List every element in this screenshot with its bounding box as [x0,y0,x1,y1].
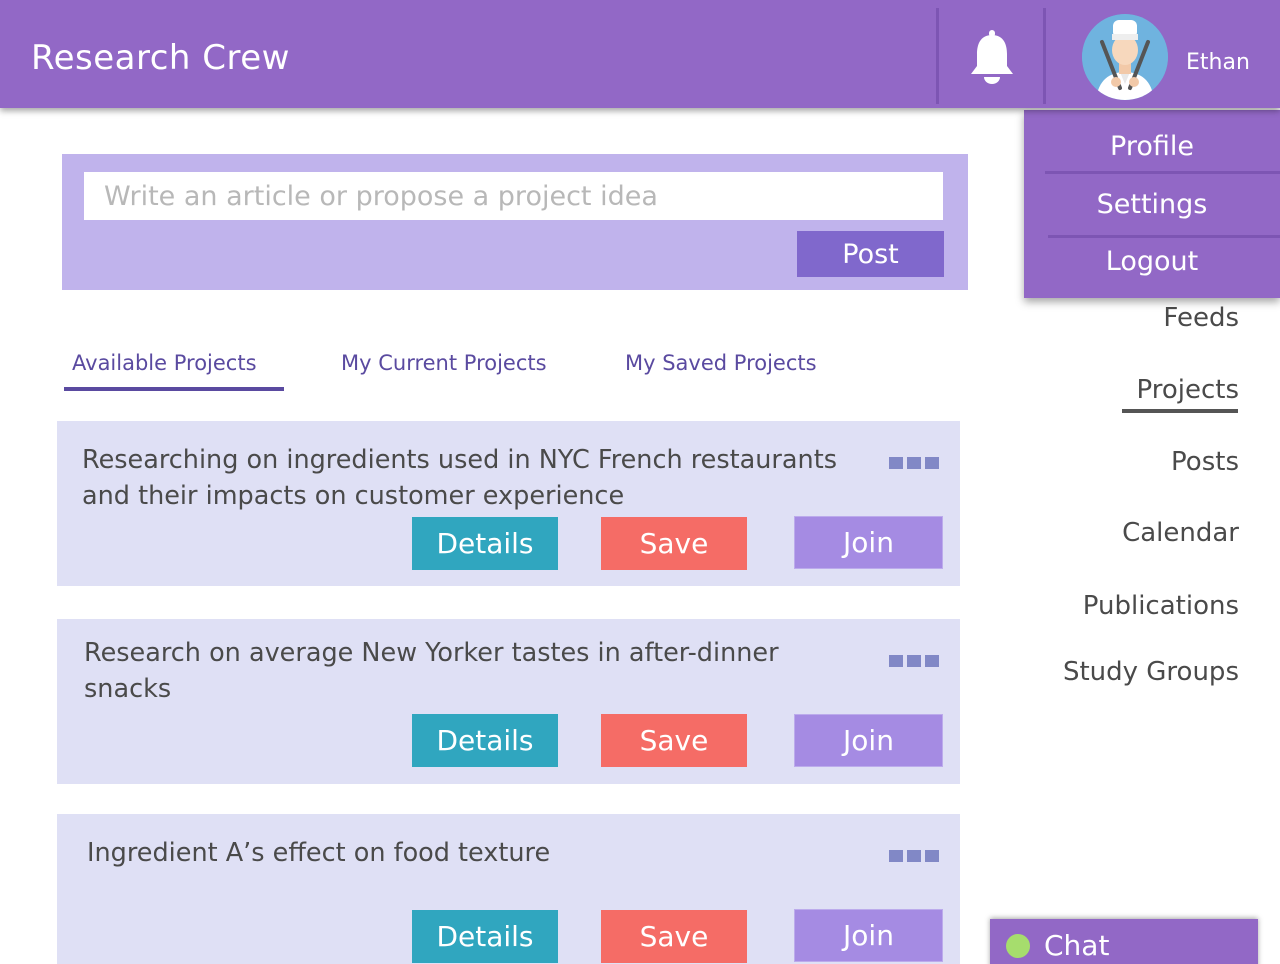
menu-divider [1048,235,1280,238]
tab-available-projects[interactable]: Available Projects [72,351,257,375]
menu-item-settings[interactable]: Settings [1024,189,1280,220]
more-options-icon[interactable] [889,457,939,469]
project-card: Research on average New Yorker tastes in… [57,619,960,784]
chat-widget[interactable]: Chat [990,919,1258,964]
details-button[interactable]: Details [412,910,558,963]
tab-my-current-projects[interactable]: My Current Projects [341,351,547,375]
details-button[interactable]: Details [412,714,558,767]
app-title[interactable]: Research Crew [31,38,290,78]
project-card: Ingredient A’s effect on food texture De… [57,814,960,964]
post-composer: Post [62,154,968,290]
project-card: Researching on ingredients used in NYC F… [57,421,960,586]
more-options-icon[interactable] [889,850,939,862]
sidebar-item-projects[interactable]: Projects [1136,375,1239,405]
chef-avatar-icon [1082,14,1168,100]
menu-item-profile[interactable]: Profile [1024,131,1280,162]
composer-input[interactable] [84,172,943,220]
sidebar-item-feeds[interactable]: Feeds [1163,303,1239,333]
post-button[interactable]: Post [797,231,944,277]
join-button[interactable]: Join [794,909,943,962]
join-button[interactable]: Join [794,714,943,767]
username-label[interactable]: Ethan [1186,50,1250,75]
top-header-bar: Research Crew Ethan [0,0,1280,108]
project-title: Researching on ingredients used in NYC F… [82,442,872,514]
save-button[interactable]: Save [601,714,747,767]
project-title-line: snacks [84,674,172,704]
online-status-dot [1006,934,1030,958]
project-title-line: and their impacts on customer experience [82,481,625,511]
header-divider [1043,8,1046,104]
menu-divider [1045,171,1280,174]
save-button[interactable]: Save [601,517,747,570]
sidebar-item-study-groups[interactable]: Study Groups [1063,657,1239,687]
tab-my-saved-projects[interactable]: My Saved Projects [625,351,817,375]
avatar[interactable] [1082,14,1168,100]
project-title-line: Researching on ingredients used in NYC F… [82,445,837,475]
sidebar-item-calendar[interactable]: Calendar [1122,518,1239,548]
chat-label: Chat [1044,929,1110,962]
sidebar-item-posts[interactable]: Posts [1171,447,1239,477]
details-button[interactable]: Details [412,517,558,570]
sidebar-item-publications[interactable]: Publications [1083,591,1239,621]
project-title: Research on average New Yorker tastes in… [84,635,874,707]
menu-item-logout[interactable]: Logout [1024,246,1280,277]
project-title: Ingredient A’s effect on food texture [87,835,877,871]
active-nav-indicator [1122,409,1238,413]
save-button[interactable]: Save [601,910,747,963]
join-button[interactable]: Join [794,516,943,569]
more-options-icon[interactable] [889,655,939,667]
user-dropdown-menu: Profile Settings Logout [1024,110,1280,298]
active-tab-indicator [64,387,284,391]
project-title-line: Research on average New Yorker tastes in… [84,638,779,668]
project-title-line: Ingredient A’s effect on food texture [87,838,551,868]
bell-icon[interactable] [968,30,1016,86]
header-divider [936,8,939,104]
